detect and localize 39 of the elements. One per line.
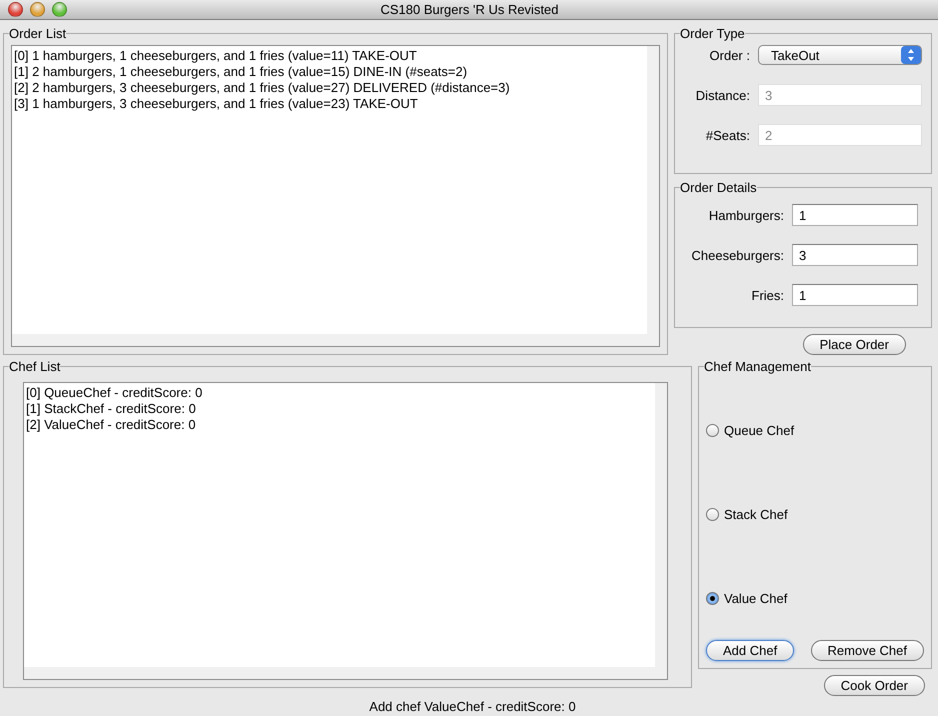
close-button[interactable]	[8, 2, 23, 17]
place-order-button[interactable]: Place Order	[802, 334, 906, 355]
radio-button[interactable]	[706, 592, 719, 604]
zoom-button[interactable]	[52, 2, 67, 17]
stepper-icon	[901, 46, 921, 64]
group-title: Chef List	[9, 359, 60, 374]
field-label: Hamburgers:	[708, 208, 784, 222]
cook-order-button[interactable]: Cook Order	[824, 675, 925, 696]
window-title: CS180 Burgers 'R Us Revisted	[380, 2, 559, 17]
list-item[interactable]: [1] StackChef - creditScore: 0	[26, 401, 665, 417]
minimize-button[interactable]	[30, 2, 45, 17]
field-label: Fries:	[750, 288, 784, 302]
chef-button[interactable]: Add Chef	[706, 640, 794, 661]
list-item[interactable]: [2] ValueChef - creditScore: 0	[26, 417, 665, 433]
chef-button[interactable]: Remove Chef	[810, 640, 924, 661]
list-item[interactable]: [0] 1 hamburgers, 1 cheeseburgers, and 1 fries (value=11) TAKE-OUT	[14, 48, 657, 64]
group-title: Order Type	[680, 26, 745, 41]
chef-list[interactable]: [0] QueueChef - creditScore: 0 [1] StackChef - creditScore: 0 [2] ValueChef - creditScore: 0	[23, 382, 668, 680]
list-item[interactable]: [3] 1 hamburgers, 3 cheeseburgers, and 1 fries (value=23) TAKE-OUT	[14, 96, 657, 112]
field-label: Distance:	[694, 88, 750, 102]
group-title: Order List	[9, 26, 66, 41]
radio-label: Stack Chef	[724, 506, 788, 522]
field-label: #Seats:	[704, 128, 750, 142]
text-field[interactable]: 1	[792, 284, 918, 306]
field-label: Order :	[708, 48, 750, 62]
status-text: Add chef ValueChef - creditScore: 0	[369, 699, 576, 714]
list-item[interactable]: [2] 2 hamburgers, 3 cheeseburgers, and 1 fries (value=27) DELIVERED (#distance=3)	[14, 80, 657, 96]
text-field[interactable]: 3	[792, 244, 918, 266]
group-title: Order Details	[680, 180, 757, 195]
radio-button[interactable]	[706, 424, 719, 436]
list-item[interactable]: [0] QueueChef - creditScore: 0	[26, 385, 665, 401]
field-label: Cheeseburgers:	[690, 248, 784, 262]
radio-label: Value Chef	[724, 590, 788, 606]
order-type-select[interactable]: TakeOut	[758, 45, 922, 65]
radio-label: Queue Chef	[724, 422, 794, 438]
list-item[interactable]: [1] 2 hamburgers, 1 cheeseburgers, and 1 fries (value=15) DINE-IN (#seats=2)	[14, 64, 657, 80]
group-title: Chef Management	[704, 359, 811, 374]
radio-button[interactable]	[706, 508, 719, 520]
text-field[interactable]: 1	[792, 204, 918, 226]
